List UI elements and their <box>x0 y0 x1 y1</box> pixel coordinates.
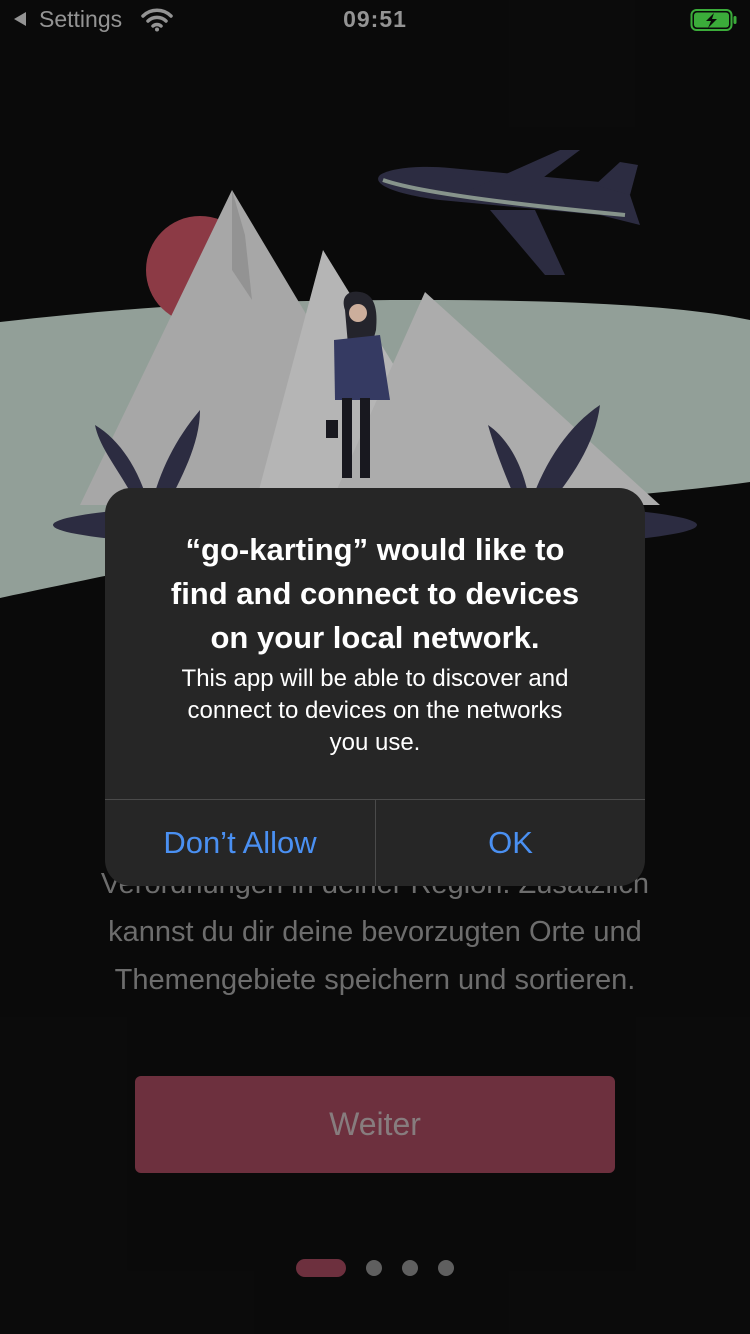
alert-title: “go-karting” would like to find and conn… <box>135 528 615 660</box>
alert-title-line: find and connect to devices <box>170 576 580 611</box>
alert-message: This app will be able to discover and co… <box>135 663 615 759</box>
ok-button[interactable]: OK <box>376 800 645 886</box>
alert-message-line: connect to devices on the networks <box>187 697 563 724</box>
alert-message-line: This app will be able to discover and <box>181 665 569 692</box>
alert-title-line: on your local network. <box>210 620 540 655</box>
dont-allow-button[interactable]: Don’t Allow <box>105 800 375 886</box>
alert-title-line: “go-karting” would like to <box>185 532 565 567</box>
alert-message-line: you use. <box>329 729 421 756</box>
onboarding-screen: Settings 09:51 kannst du dir deine bevor… <box>0 0 750 1334</box>
local-network-permission-alert: “go-karting” would like to find and conn… <box>105 488 645 886</box>
